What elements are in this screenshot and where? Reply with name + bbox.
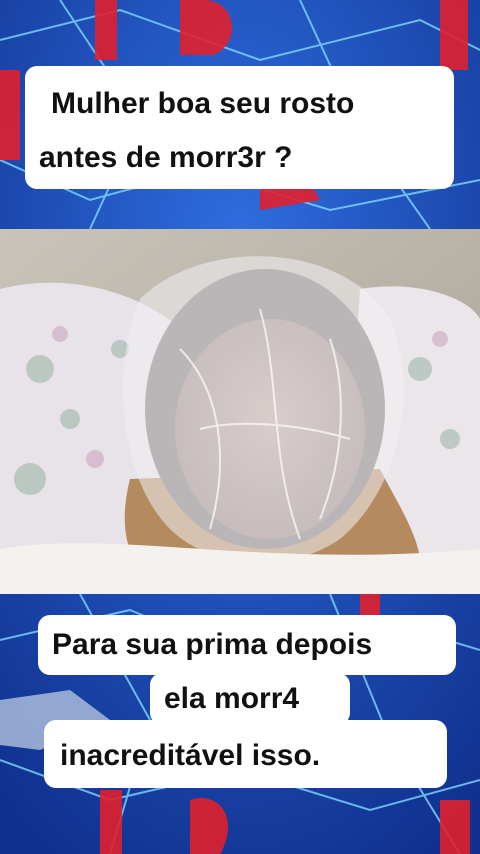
top-caption-box: Mulher boa seu rosto antes de morr3r ? [25,66,454,189]
bottom-caption-line-1: Para sua prima depois [52,628,373,661]
bottom-caption-line-3: inacreditável isso. [60,739,321,772]
top-caption-line-1: Mulher boa seu rosto [51,87,355,120]
top-caption-line-2: antes de morr3r ? [39,141,293,174]
video-frame-photo [0,229,480,594]
bottom-caption-box-1: Para sua prima depois [38,615,456,675]
bottom-caption-line-2: ela morr4 [164,682,300,715]
bottom-caption-box-3: inacreditável isso. [44,720,447,788]
bottom-caption-box-2: ela morr4 [150,673,350,725]
